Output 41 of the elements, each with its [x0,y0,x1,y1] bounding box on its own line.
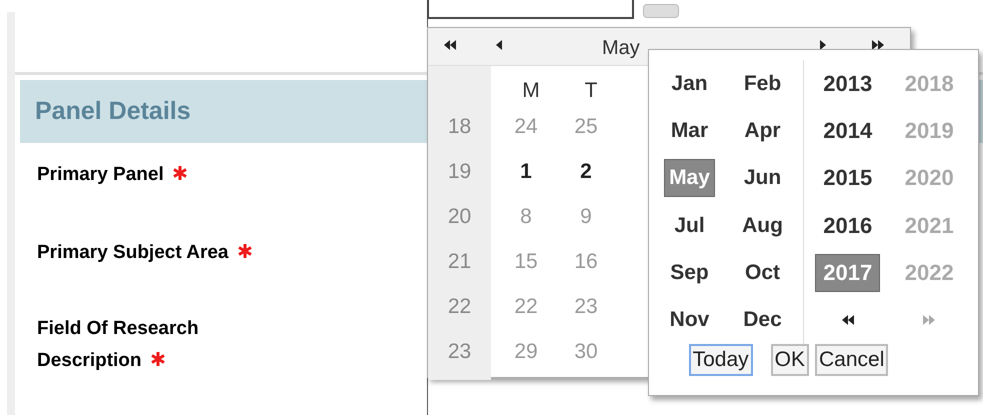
weekday-label: T [584,78,598,104]
month-option[interactable]: Mar [666,112,712,149]
month-option[interactable]: Dec [739,302,786,338]
month-option[interactable]: Jun [740,160,786,196]
dialog-button[interactable]: Today [688,344,753,376]
field-label: Field Of Research Description [37,318,199,371]
month-option[interactable]: Feb [740,66,786,102]
weekday-label: M [521,78,541,104]
month-option[interactable]: Jul [670,208,709,244]
dialog-button[interactable]: OK [770,344,809,376]
month-option[interactable]: Sep [666,254,713,291]
year-option[interactable]: 2014 [816,112,880,149]
double-left-arrow-icon[interactable] [842,315,854,326]
week-number: 22 [448,294,472,320]
month-option[interactable]: May [664,159,715,198]
date-field[interactable] [427,0,634,19]
year-option[interactable]: 2015 [816,160,880,196]
dialog-button[interactable]: Cancel [815,344,888,376]
year-option[interactable]: 2013 [816,66,880,102]
day-cell[interactable]: 1 [496,156,556,188]
month-option[interactable]: Nov [666,302,714,338]
panel-title: Panel Details [35,96,191,127]
year-option[interactable]: 2016 [816,208,880,244]
month-option[interactable]: Oct [740,254,784,291]
field-label: Primary Panel [37,164,164,185]
week-number: 18 [448,114,472,140]
calendar-title: May [602,36,640,61]
year-option[interactable]: 2017 [815,254,880,292]
week-number: 19 [448,158,472,185]
week-number: 21 [448,248,472,275]
week-number: 23 [448,338,472,365]
left-arrow-icon[interactable] [496,40,502,50]
month-option[interactable]: Aug [738,208,787,244]
field-label: Primary Subject Area [37,242,228,263]
month-option[interactable]: Apr [740,112,785,149]
day-cell[interactable]: 2 [556,156,616,188]
right-arrow-icon[interactable] [820,40,826,50]
double-left-arrow-icon[interactable] [444,40,456,50]
double-right-arrow-icon[interactable] [872,40,884,50]
month-option[interactable]: Jan [667,66,712,102]
week-number: 20 [448,204,472,230]
